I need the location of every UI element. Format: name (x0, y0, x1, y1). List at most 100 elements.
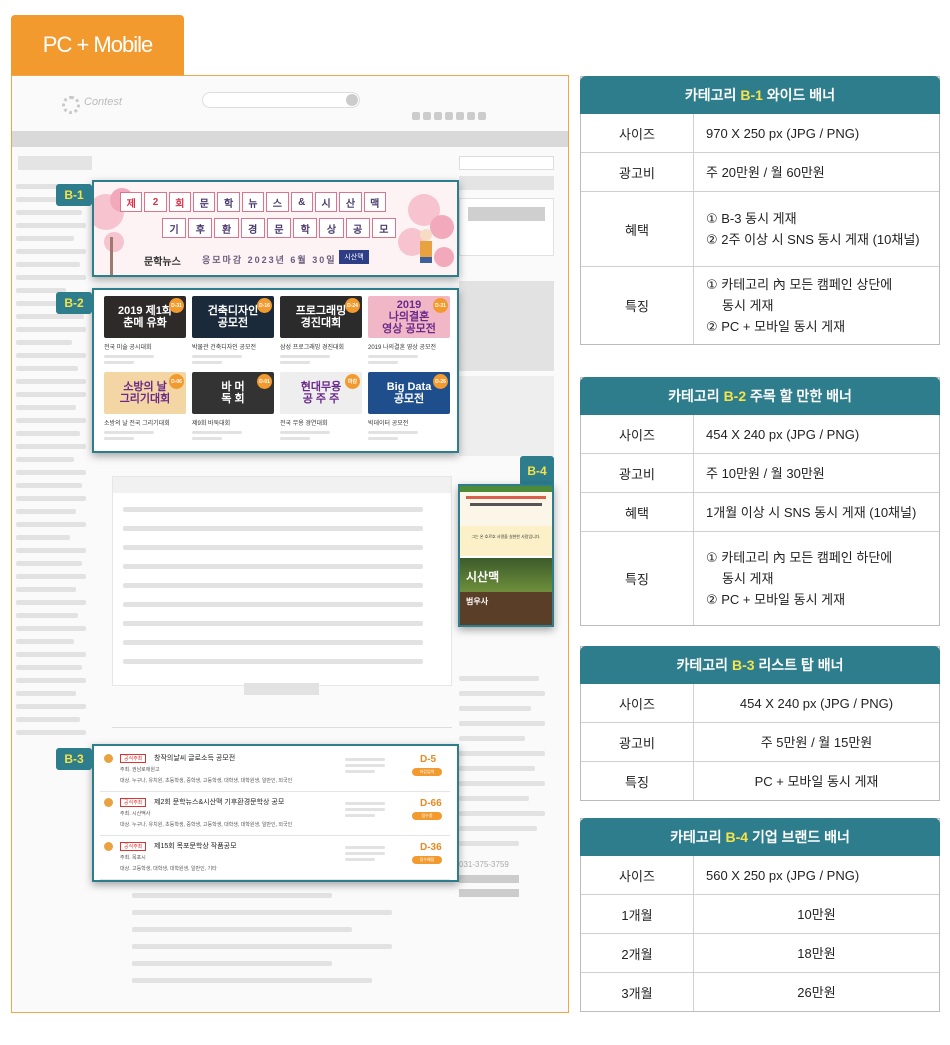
b2-card[interactable]: 2019 나의결혼 영상 공모전 D-31 2019 나의결혼 영상 공모전 (368, 296, 450, 364)
b3-list-row[interactable]: 공식주최 창작의날씨 글로소득 공모전 주최. 권남로애원고 대상. 누구나, 유치원… (100, 749, 450, 792)
b3-row-pill: 접수중 (412, 812, 442, 820)
b1-brand-left: 문학뉴스 (144, 257, 181, 268)
sidebar-head (18, 156, 92, 170)
table-title-highlight: B-4 (725, 829, 749, 845)
table-row-line: 1개월 이상 시 SNS 동시 게재 (10채널) (706, 504, 917, 520)
sns-icons (412, 112, 512, 120)
b2-card-image: 바 머 독 회 D-01 (192, 372, 274, 414)
logo-flower-icon (62, 96, 80, 114)
b2-dday-badge: D-06 (169, 374, 184, 389)
table-row: 광고비 주 10만원 / 월 30만원 (581, 453, 939, 492)
b3-row-icon (104, 798, 113, 807)
b2-dday-badge: 마감 (345, 374, 360, 389)
label-b4: B-4 (520, 456, 554, 486)
b3-row-tag: 공식주최 (120, 842, 147, 851)
table-title-highlight: B-3 (731, 657, 755, 673)
b1-wide-banner[interactable]: 제 2 회 문 학 뉴 스 & 시 산 맥 기후환경문학상공모 문학뉴스 응모마감 2023년 6월… (92, 180, 459, 277)
table-row-line: 주 20만원 / 월 60만원 (706, 164, 825, 180)
table-row: 특징 ① 카테고리 內 모든 캠페인 하단에 동시 게재 ② PC + 모바일 동시 … (581, 531, 939, 625)
b2-card[interactable]: 소방의 날 그리기대회 D-06 소방의 날 전국 그리기대회 (104, 372, 186, 440)
sidebar-faint-list (12, 176, 92, 806)
table-row: 광고비 주 5만원 / 월 15만원 (581, 722, 939, 761)
table-row-line: ① 카테고리 內 모든 캠페인 하단에 (706, 550, 893, 565)
b1-headline-char: 문 (266, 218, 292, 238)
table-row-value: 1개월 이상 시 SNS 동시 게재 (10채널) (694, 493, 939, 531)
b1-headline-char: 공 (345, 218, 370, 238)
b1-headline-char: 학 (217, 192, 240, 212)
b3-row-m1: 주최. 목포시 (120, 855, 146, 861)
table-row-value: 970 X 250 px (JPG / PNG) (694, 114, 939, 152)
table-row: 광고비 주 20만원 / 월 60만원 (581, 152, 939, 191)
table-row: 사이즈 970 X 250 px (JPG / PNG) (581, 114, 939, 152)
b2-card-image: 프로그래밍 경진대회 D-24 (280, 296, 362, 338)
table-row-line: 454 X 240 px (JPG / PNG) (706, 426, 860, 442)
table-row-label: 사이즈 (581, 114, 694, 152)
search-icon[interactable] (346, 94, 358, 106)
b3-row-dday: D-5 (420, 754, 437, 765)
b3-list-row[interactable]: 공식주최 제15회 목포문학상 작품공모주최. 목포시대상. 고등학생, 대학생,… (100, 837, 450, 880)
b2-card-image-text: Big Data 공모전 (386, 381, 432, 405)
table-row-line: 주 10만원 / 월 30만원 (706, 465, 825, 481)
table-row-value: ① B-3 동시 게재 ② 2주 이상 시 SNS 동시 게재 (10채널) (694, 192, 939, 266)
table-b1: 카테고리 B-1 와이드 배너 사이즈 970 X 250 px (JPG / PN… (580, 76, 940, 345)
b2-card[interactable]: Big Data 공모전 D-26 빅데이터 공모전 (368, 372, 450, 440)
table-row-label: 사이즈 (581, 856, 694, 894)
b1-headline-char: 2 (144, 192, 167, 212)
site-nav-bar[interactable] (12, 131, 568, 147)
table-row-line: 동시 게재 (722, 298, 774, 313)
table-row-label: 혜택 (581, 192, 694, 266)
logo-text: Contest (84, 96, 122, 108)
b2-card[interactable]: 바 머 독 회 D-01 제9회 바둑대회 (192, 372, 274, 440)
table-row-line: 주 5만원 / 월 15만원 (760, 734, 873, 750)
b3-row-m2: 대상. 누구나, 유치원, 초등학생, 중학생, 고등학생, 대학생, 대학원생… (120, 778, 293, 784)
b2-card-image: 소방의 날 그리기대회 D-06 (104, 372, 186, 414)
b3-row-dates-faint (345, 843, 385, 861)
table-row-label: 3개월 (581, 973, 694, 1011)
b2-card-image-text: 프로그래밍 경진대회 (295, 305, 347, 329)
b2-card-title: 빅데이터 공모전 (368, 421, 409, 427)
b1-headline-char: 기 (162, 218, 187, 238)
b2-card[interactable]: 건축디자인 공모전 D-16 박물관 건축디자인 공모전 (192, 296, 274, 364)
filter-search-button[interactable] (244, 683, 319, 695)
b2-card-title: 전국 미술 공시대회 (104, 345, 152, 351)
table-row: 3개월 26만원 (581, 972, 939, 1011)
b3-row-m2: 대상. 고등학생, 대학생, 대학원생, 일반인, 기타 (120, 866, 217, 872)
b2-card[interactable]: 현대무용 공 주 주 마감 전국 무용 경연대회 (280, 372, 362, 440)
site-screenshot: Contest 031-375-3759 제 2 회 문 학 뉴 스 & 시 산… (11, 75, 569, 1013)
table-title-suffix: 기업 브랜드 배너 (748, 829, 850, 845)
b3-row-m1: 주최. 시산맥사 (120, 811, 151, 817)
table-row-value: 454 X 240 px (JPG / PNG) (694, 415, 939, 453)
table-row-line: PC + 모바일 동시 게재 (754, 773, 879, 789)
b3-row-title: 제15회 목포문학상 작품공모 (154, 843, 237, 850)
table-row-line: 18만원 (797, 945, 836, 961)
table-row-label: 광고비 (581, 723, 694, 761)
table-row-label: 광고비 (581, 454, 694, 492)
b1-headline-char: 학 (293, 218, 318, 238)
b2-dday-badge: D-31 (169, 298, 184, 313)
table-row-label: 특징 (581, 762, 694, 800)
list-faint (112, 881, 452, 1011)
table-row: 특징 PC + 모바일 동시 게재 (581, 761, 939, 800)
b2-card[interactable]: 2019 제1회 춘메 유화 D-31 전국 미술 공시대회 (104, 296, 186, 364)
b3-list-row[interactable]: 공식주최 제2회 문학뉴스&시산맥 기후환경문학상 공모 주최. 시산맥사 대상. 누… (100, 793, 450, 836)
b2-card-title: 2019 나의결혼 영상 공모전 (368, 345, 437, 351)
b3-row-tag: 공식주최 (120, 798, 147, 807)
site-search-input[interactable] (202, 92, 360, 108)
right-icons-faint (459, 376, 554, 456)
table-row-line: ② 2주 이상 시 SNS 동시 게재 (10채널) (706, 232, 920, 247)
b3-list-top-banner[interactable]: 공식주최 창작의날씨 글로소득 공모전 주최. 권남로애원고 대상. 누구나, 유치원… (92, 744, 459, 882)
b3-row-pill: 마감임박 (412, 768, 442, 776)
right-register[interactable] (459, 176, 554, 190)
b3-row-pill: 접수예정 (412, 856, 442, 864)
b1-headline-char: 제 (120, 192, 143, 212)
right-search[interactable] (459, 156, 554, 170)
b1-headline-char: 산 (339, 192, 362, 212)
b2-card-image-text: 현대무용 공 주 주 (300, 381, 342, 405)
b4-brand-banner[interactable]: 그는 온 호르호 사명을 실현한 사람입니다. 시산맥 범우사 (458, 484, 554, 627)
b2-card[interactable]: 프로그래밍 경진대회 D-24 삼성 프로그래밍 경진대회 (280, 296, 362, 364)
b2-dday-badge: D-26 (433, 374, 448, 389)
sidebar-phone: 031-375-3759 (459, 860, 509, 869)
b3-row-icon (104, 842, 113, 851)
b2-notable-banner[interactable]: 2019 제1회 춘메 유화 D-31 전국 미술 공시대회 건축디자인 공모전 D-1… (92, 288, 459, 453)
table-row: 2개월 18만원 (581, 933, 939, 972)
